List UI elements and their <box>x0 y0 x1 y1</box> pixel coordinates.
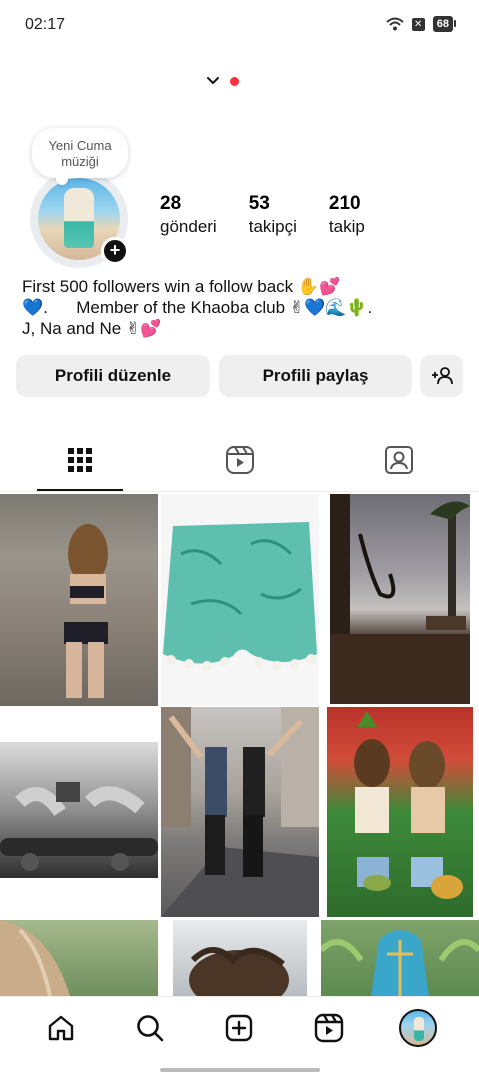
stat-value: 53 <box>248 193 270 214</box>
edit-profile-button[interactable]: Profili düzenle <box>16 355 210 397</box>
tagged-icon <box>385 446 414 474</box>
nav-search[interactable] <box>126 1004 174 1052</box>
account-switcher[interactable] <box>206 76 239 86</box>
post-thumbnail[interactable] <box>173 920 307 996</box>
nav-home[interactable] <box>37 1004 85 1052</box>
reels-icon <box>225 446 254 474</box>
create-icon <box>226 1014 253 1041</box>
stat-label: takipçi <box>248 217 297 236</box>
post-thumbnail[interactable] <box>161 494 319 706</box>
stat-followers[interactable]: 53 takipçi <box>249 193 297 239</box>
home-indicator[interactable] <box>160 1068 320 1072</box>
x-box-icon: ✕ <box>411 17 425 31</box>
tab-reels[interactable] <box>160 438 320 482</box>
bio-line: J, Na and Ne ✌💕 <box>22 319 162 338</box>
status-time: 02:17 <box>25 16 66 33</box>
post-thumbnail[interactable] <box>0 920 158 996</box>
nav-profile[interactable] <box>394 1004 442 1052</box>
share-profile-button[interactable]: Profili paylaş <box>219 355 412 397</box>
search-icon <box>137 1014 164 1041</box>
profile-stats: 28 gönderi 53 takipçi 210 takip <box>160 193 397 239</box>
grid-icon <box>67 448 92 472</box>
tab-posts[interactable] <box>0 438 160 491</box>
reels-icon <box>314 1013 344 1042</box>
profile-avatar <box>399 1008 438 1047</box>
status-icons: ✕ 68 <box>386 16 457 32</box>
stat-value: 28 <box>160 193 182 214</box>
home-icon <box>48 1015 73 1040</box>
bottom-navigation <box>0 996 479 1058</box>
bio-line: First 500 followers win a follow back ✋💕 <box>22 277 341 296</box>
stat-label: gönderi <box>160 217 217 236</box>
stat-following[interactable]: 210 takip <box>329 193 365 239</box>
profile-tabs <box>0 438 479 492</box>
status-bar: 02:17 ✕ 68 <box>0 0 479 52</box>
bio-line: 💙. Member of the Khaoba club ✌💙🌊🌵. <box>22 298 373 317</box>
stat-posts[interactable]: 28 gönderi <box>160 193 217 239</box>
stat-value: 210 <box>328 193 361 214</box>
profile-bio: First 500 followers win a follow back ✋💕… <box>22 276 462 339</box>
post-thumbnail[interactable] <box>327 707 473 917</box>
add-story-icon[interactable]: + <box>101 237 129 265</box>
note-bubble[interactable]: Yeni Cuma müziği <box>32 128 128 185</box>
post-thumbnail[interactable] <box>330 494 470 704</box>
chevron-down-icon[interactable] <box>206 76 220 86</box>
nav-create[interactable] <box>215 1004 263 1052</box>
post-thumbnail[interactable] <box>0 494 158 706</box>
wifi-icon <box>386 17 404 31</box>
post-thumbnail[interactable] <box>321 920 479 996</box>
add-person-icon <box>431 367 453 385</box>
stat-label: takip <box>328 217 365 236</box>
notification-dot <box>230 76 239 86</box>
tab-tagged[interactable] <box>319 438 479 482</box>
post-thumbnail[interactable] <box>161 707 319 917</box>
nav-reels[interactable] <box>305 1004 353 1052</box>
discover-people-button[interactable] <box>420 355 463 397</box>
battery-icon: 68 <box>432 16 457 32</box>
post-thumbnail[interactable] <box>0 742 158 878</box>
